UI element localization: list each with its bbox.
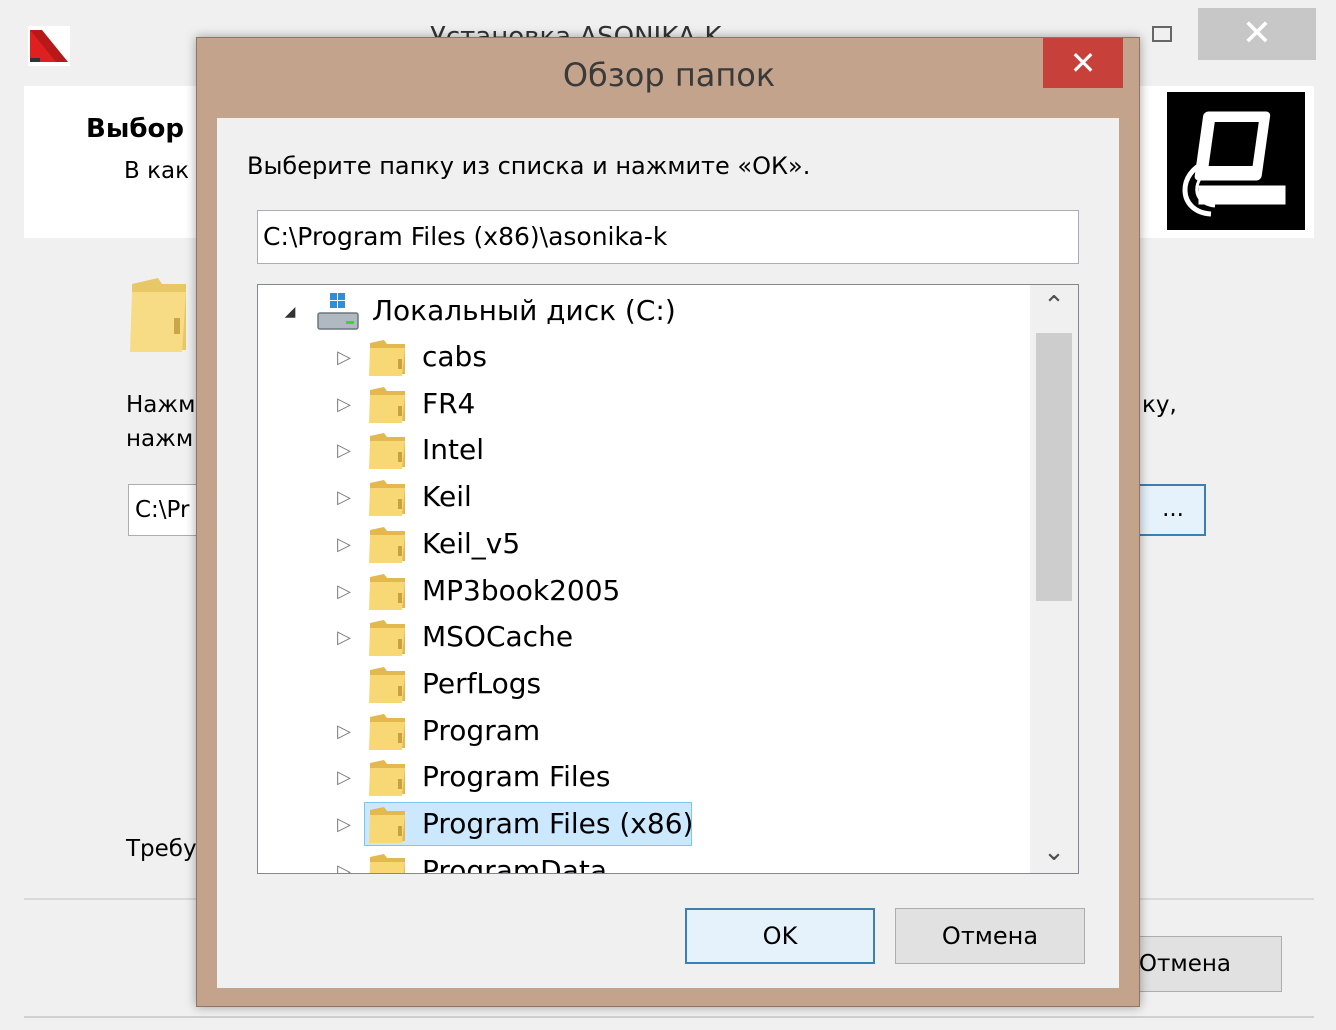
tree-root-drive[interactable]: ◢ Локальный диск (C:) [258,289,1028,335]
tree-item-label: FR4 [422,386,476,420]
ok-button[interactable]: OK [685,908,875,964]
tree-item-label: Program Files [422,760,611,794]
app-logo-icon [28,26,70,66]
folder-icon [368,479,408,517]
dialog-client-area: Выберите папку из списка и нажмите «ОК».… [217,118,1119,988]
step-subtitle: В как [124,158,189,184]
expand-arrow-icon[interactable]: ▷ [334,438,354,464]
expand-arrow-icon[interactable]: ▷ [334,625,354,651]
expand-arrow-icon[interactable]: ▷ [334,765,354,791]
folder-tree[interactable]: ◢ Локальный диск (C:) ▷ cabs ▷ FR4 ▷ Intel ▷ Ke… [257,284,1079,874]
expand-arrow-icon[interactable]: ▷ [334,485,354,511]
expand-arrow-icon[interactable]: ▷ [334,579,354,605]
tree-scrollbar[interactable]: ⌃ ⌄ [1030,285,1078,873]
browse-folder-dialog: Обзор папок ✕ Выберите папку из списка и… [196,37,1140,1007]
tree-item[interactable]: ▷ Program [258,709,1028,755]
tree-item-label: Program Files (x86) [422,807,694,840]
installer-computer-icon [1167,92,1305,230]
folder-icon [368,713,408,751]
drive-icon [317,293,359,330]
dialog-instruction: Выберите папку из списка и нажмите «ОК». [247,152,811,180]
tree-item[interactable]: ▷ Keil_v5 [258,522,1028,568]
scrollbar-thumb[interactable] [1036,333,1072,601]
expand-arrow-icon[interactable]: ▷ [334,859,354,873]
info-text-right: ку, [1142,392,1177,418]
cancel-button[interactable]: Отмена [895,908,1085,964]
scroll-down-arrow-icon[interactable]: ⌄ [1030,831,1078,873]
folder-icon [368,526,408,564]
folder-icon [368,806,408,844]
tree-item[interactable]: ▷ Program Files [258,755,1028,801]
folder-icon [368,573,408,611]
tree-item-label: Keil_v5 [422,526,521,560]
tree-item-label: PerfLogs [422,666,542,700]
collapse-arrow-icon[interactable]: ◢ [280,299,300,325]
tree-item[interactable]: ▷ MSOCache [258,615,1028,661]
tree-item[interactable]: ▷ ProgramData [258,849,1028,874]
tree-item-label: Intel [422,433,484,467]
tree-item[interactable]: ▷ MP3book2005 [258,569,1028,615]
folder-path-field[interactable]: C:\Program Files (x86)\asonika-k [257,210,1079,264]
tree-item-label: cabs [422,340,487,373]
info-text-line-1: Нажм [126,392,196,418]
expand-arrow-icon[interactable]: ▷ [334,345,354,371]
tree-item[interactable]: ▷ Program Files (x86) [258,802,1028,848]
folder-icon [368,759,408,797]
window-bottom-border [24,1016,1314,1018]
folder-icon [368,666,408,704]
tree-item[interactable]: ▷ Keil [258,475,1028,521]
info-text-line-2: нажм [126,426,194,452]
dialog-title: Обзор папок [562,56,776,94]
tree-item-label: ProgramData [422,853,607,874]
folder-icon [368,432,408,470]
scroll-up-arrow-icon[interactable]: ⌃ [1030,285,1078,327]
tree-item-label: Program [422,713,541,747]
maximize-button[interactable] [1132,8,1192,60]
tree-item[interactable]: ▷ cabs [258,335,1028,381]
maximize-icon [1152,26,1172,42]
tree-item[interactable]: ▷ FR4 [258,382,1028,428]
folder-icon [368,619,408,657]
tree-item[interactable]: ▷ Intel [258,428,1028,474]
folder-icon [130,278,186,352]
expand-arrow-icon[interactable]: ▷ [334,812,354,838]
installer-close-button[interactable]: ✕ [1198,8,1316,60]
tree-item[interactable]: PerfLogs [258,662,1028,708]
tree-item-label: Keil [422,480,472,514]
expand-arrow-icon[interactable]: ▷ [334,392,354,418]
expand-arrow-icon[interactable]: ▷ [334,532,354,558]
space-required-text: Требу [126,836,197,862]
folder-icon [368,386,408,424]
tree-item-label: MP3book2005 [422,573,621,607]
dialog-close-button[interactable]: ✕ [1043,38,1123,88]
step-title: Выбор [86,114,184,144]
tree-root-label: Локальный диск (C:) [372,294,676,327]
tree-item-label: MSOCache [422,620,574,654]
folder-icon [368,339,408,377]
expand-arrow-icon[interactable]: ▷ [334,719,354,745]
folder-icon [368,853,408,873]
